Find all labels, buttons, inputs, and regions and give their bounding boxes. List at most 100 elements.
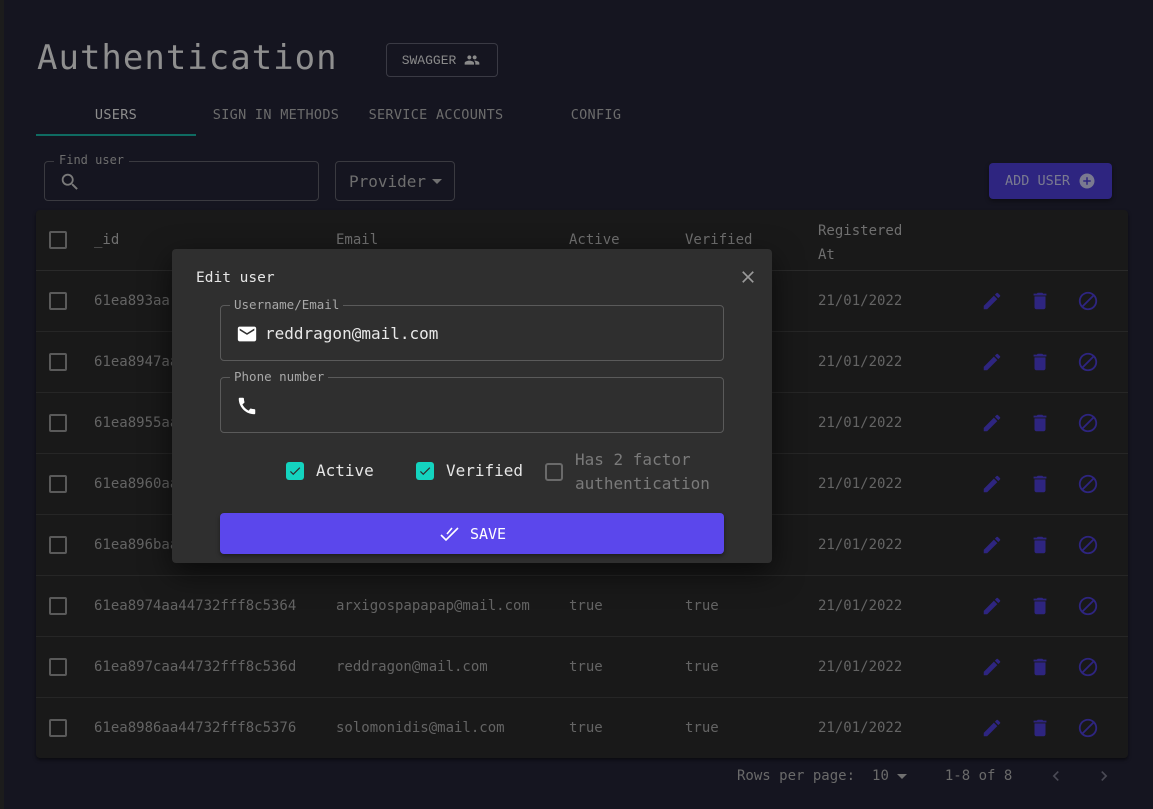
cell-id: 61ea8947aa	[94, 353, 179, 370]
row-checkbox-cell	[49, 575, 67, 636]
delete-icon	[1033, 658, 1047, 675]
column-registered-line2: At	[818, 247, 835, 263]
row-checkbox[interactable]	[49, 657, 67, 676]
column-id[interactable]: _id	[94, 232, 119, 248]
block-icon	[1078, 352, 1098, 371]
checkbox-unchecked[interactable]	[545, 463, 563, 481]
save-button[interactable]: SAVE	[220, 513, 724, 554]
block-button[interactable]	[1076, 331, 1100, 392]
prev-page-icon[interactable]	[1046, 766, 1066, 786]
edit-button[interactable]	[980, 636, 1004, 697]
two-factor-checkbox[interactable]: Has 2 factor authentication	[545, 448, 710, 496]
column-verified[interactable]: Verified	[685, 232, 752, 248]
next-page-icon[interactable]	[1094, 766, 1114, 786]
active-label: Active	[316, 461, 374, 480]
table-row[interactable]: 61ea8986aa44732fff8c5376 solomonidis@mail…	[36, 697, 1128, 758]
block-button[interactable]	[1076, 514, 1100, 575]
row-checkbox[interactable]	[49, 596, 67, 615]
row-checkbox[interactable]	[49, 718, 67, 737]
mail-icon	[237, 326, 257, 342]
delete-button[interactable]	[1028, 697, 1052, 758]
table-row[interactable]: 61ea897caa44732fff8c536d reddragon@mail.c…	[36, 636, 1128, 698]
edit-icon	[983, 414, 1001, 431]
close-button[interactable]	[738, 267, 758, 287]
delete-button[interactable]	[1028, 514, 1052, 575]
rows-per-page-label: Rows per page:	[737, 768, 856, 784]
cell-registered-at: 21/01/2022	[818, 414, 903, 431]
edit-icon	[983, 536, 1001, 553]
delete-icon	[1033, 719, 1047, 736]
swagger-button[interactable]: SWAGGER	[386, 43, 498, 77]
window-edge	[0, 0, 4, 809]
checkbox-checked[interactable]	[286, 461, 304, 480]
delete-button[interactable]	[1028, 453, 1052, 514]
verified-checkbox[interactable]: Verified	[416, 461, 523, 480]
delete-button[interactable]	[1028, 575, 1052, 636]
edit-button[interactable]	[980, 514, 1004, 575]
delete-icon	[1033, 475, 1047, 492]
cell-id: 61ea8986aa44732fff8c5376	[94, 719, 297, 736]
row-checkbox[interactable]	[49, 474, 67, 493]
edit-button[interactable]	[980, 575, 1004, 636]
delete-button[interactable]	[1028, 270, 1052, 331]
phone-number-input[interactable]	[265, 391, 705, 419]
rows-per-page-select[interactable]: 10	[872, 768, 907, 784]
username-email-label: Username/Email	[230, 297, 344, 312]
search-icon	[61, 173, 78, 190]
edit-button[interactable]	[980, 331, 1004, 392]
block-button[interactable]	[1076, 270, 1100, 331]
provider-select[interactable]: Provider	[335, 161, 455, 201]
two-factor-label-line1: Has 2 factor	[575, 450, 691, 469]
tab-service-accounts[interactable]: SERVICE ACCOUNTS	[356, 96, 516, 134]
delete-button[interactable]	[1028, 331, 1052, 392]
column-active[interactable]: Active	[569, 232, 620, 248]
select-all-checkbox[interactable]	[49, 231, 67, 249]
checkbox-checked[interactable]	[416, 461, 434, 480]
block-button[interactable]	[1076, 697, 1100, 758]
add-user-button[interactable]: ADD USER	[989, 163, 1112, 199]
username-email-field[interactable]: Username/Email	[220, 297, 724, 361]
edit-button[interactable]	[980, 392, 1004, 453]
delete-button[interactable]	[1028, 392, 1052, 453]
tab-sign-in-methods[interactable]: SIGN IN METHODS	[196, 96, 356, 134]
phone-number-field[interactable]: Phone number	[220, 369, 724, 433]
delete-button[interactable]	[1028, 636, 1052, 697]
block-button[interactable]	[1076, 575, 1100, 636]
active-checkbox[interactable]: Active	[286, 461, 374, 480]
cell-registered-at: 21/01/2022	[818, 475, 903, 492]
username-email-input[interactable]	[265, 319, 705, 347]
row-checkbox[interactable]	[49, 535, 67, 554]
table-row[interactable]: 61ea8974aa44732fff8c5364 arxigospapapap@m…	[36, 575, 1128, 637]
tab-indicator	[36, 134, 196, 136]
two-factor-label-line2: authentication	[575, 474, 710, 493]
tab-config[interactable]: CONFIG	[516, 96, 676, 134]
row-checkbox[interactable]	[49, 291, 67, 310]
add-circle-icon	[1079, 173, 1095, 189]
delete-icon	[1033, 353, 1047, 370]
caret-down-icon	[432, 178, 443, 184]
find-user-input[interactable]	[89, 168, 313, 196]
done-all-icon	[440, 526, 459, 541]
find-user-field[interactable]: Find user	[44, 153, 319, 201]
edit-button[interactable]	[980, 697, 1004, 758]
tab-users[interactable]: USERS	[36, 96, 196, 134]
cell-registered-at: 21/01/2022	[818, 719, 903, 736]
page-range: 1-8 of 8	[944, 768, 1013, 784]
edit-button[interactable]	[980, 270, 1004, 331]
edit-icon	[983, 353, 1001, 370]
row-checkbox[interactable]	[49, 352, 67, 371]
block-icon	[1078, 535, 1098, 554]
phone-number-label: Phone number	[230, 369, 329, 384]
row-checkbox[interactable]	[49, 413, 67, 432]
block-button[interactable]	[1076, 392, 1100, 453]
edit-button[interactable]	[980, 453, 1004, 514]
cell-email: arxigospapapap@mail.com	[336, 597, 530, 614]
block-button[interactable]	[1076, 636, 1100, 697]
cell-id: 61ea896baa	[94, 536, 179, 553]
column-registered-at[interactable]: Registered At	[818, 219, 902, 267]
row-checkbox-cell	[49, 697, 67, 758]
column-email[interactable]: Email	[336, 232, 378, 248]
cell-email: solomonidis@mail.com	[336, 719, 505, 736]
block-button[interactable]	[1076, 453, 1100, 514]
close-icon	[742, 271, 754, 283]
